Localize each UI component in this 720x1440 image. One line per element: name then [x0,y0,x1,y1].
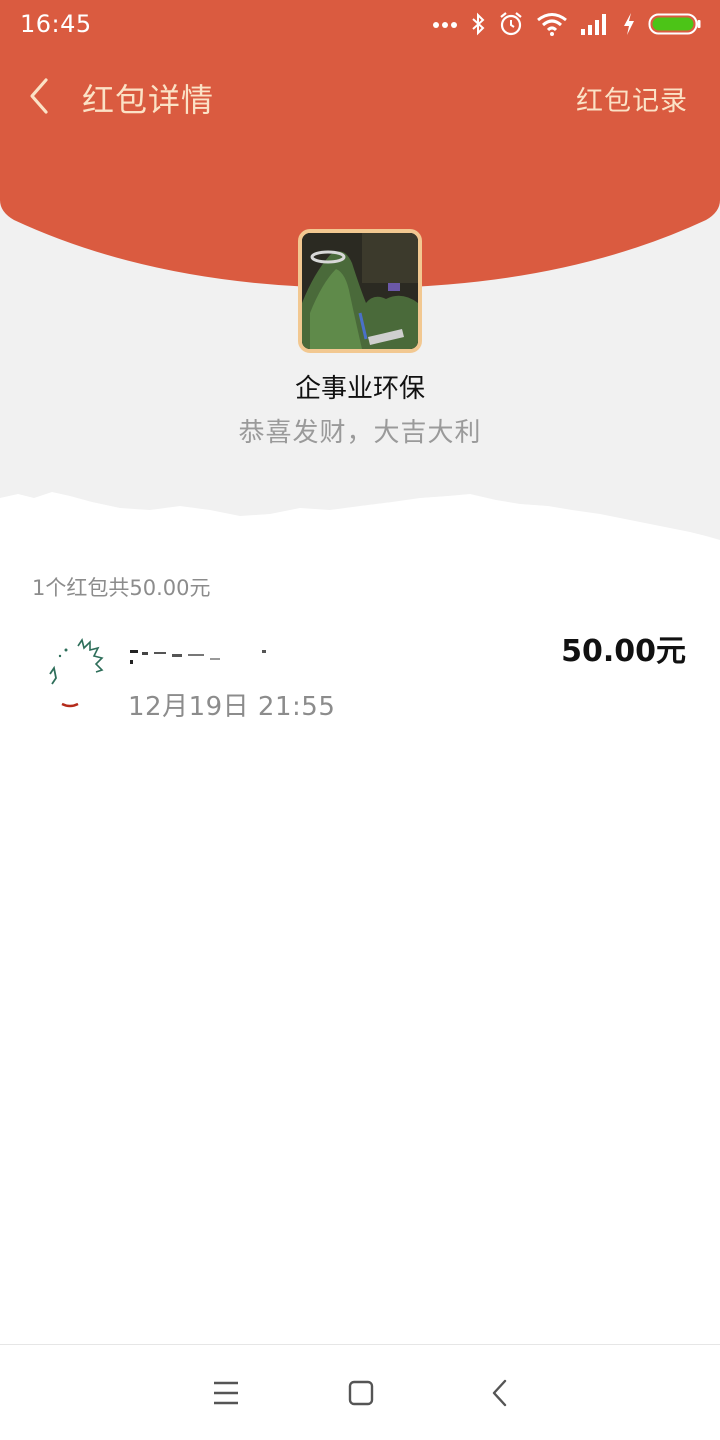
torn-paper-edge [0,492,720,540]
status-bar: 16:45 [0,0,720,50]
red-packet-records-link[interactable]: 红包记录 [576,79,688,118]
home-icon [348,1380,374,1406]
chevron-left-icon [30,78,48,114]
more-dots-icon [433,22,457,28]
home-button[interactable] [341,1375,381,1411]
signal-icon [581,14,606,35]
sender-avatar[interactable] [298,229,422,353]
menu-button[interactable] [206,1375,246,1411]
record-amount: 50.00元 [561,634,686,669]
sender-name: 企事业环保 [294,374,425,404]
recipient-avatar [49,638,104,708]
record-time: 12月19日 21:55 [128,692,336,722]
greeting-message: 恭喜发财，大吉大利 [238,418,482,448]
avatar-image [302,233,418,349]
menu-icon [214,1381,238,1405]
header-area: 16:45 红包详情 红包记录 企事业环保 恭喜发财，大吉大利 [0,0,720,540]
back-icon [492,1379,507,1407]
record-row[interactable]: 12月19日 21:55 50.00元 [0,618,720,728]
system-navigation-bar [0,1344,720,1440]
status-icons [432,10,702,38]
back-button[interactable] [24,76,60,116]
charging-icon [624,13,634,35]
status-time: 16:45 [20,10,92,38]
bluetooth-icon [472,12,485,36]
recipient-name-redacted [130,650,266,664]
page-title: 红包详情 [82,81,215,119]
wifi-icon [537,13,567,36]
battery-icon [648,13,701,35]
system-back-button[interactable] [481,1375,521,1411]
alarm-icon [500,12,522,36]
summary-text: 1个红包共50.00元 [32,576,211,600]
